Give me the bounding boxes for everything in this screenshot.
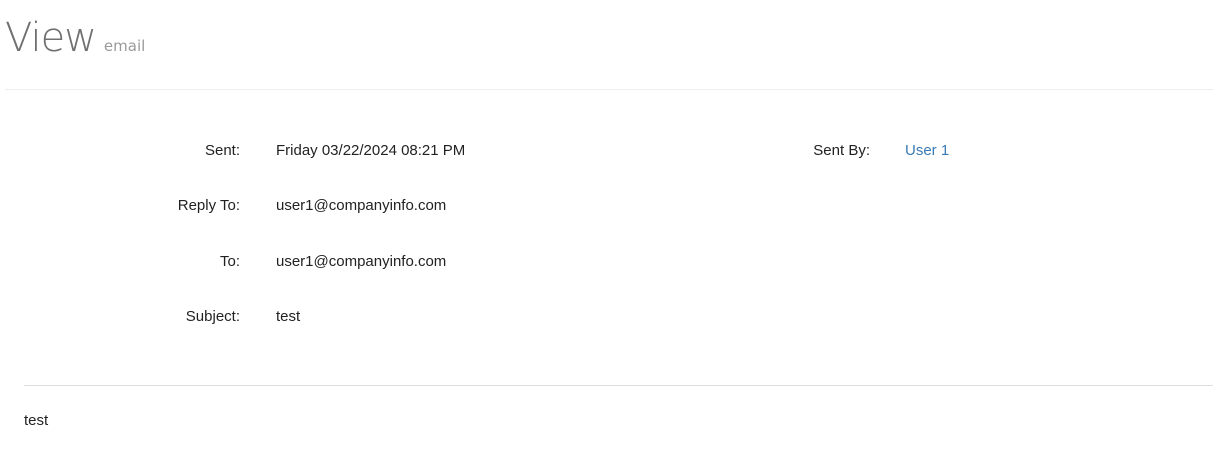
sent-value: Friday 03/22/2024 08:21 PM: [276, 142, 466, 159]
sent-by-link[interactable]: User 1: [905, 142, 949, 160]
page-subtitle: email: [103, 37, 146, 55]
to-label: To:: [219, 253, 240, 270]
subject-label: Subject:: [185, 308, 240, 325]
sent-label: Sent:: [204, 142, 240, 159]
header-divider: [5, 89, 1213, 90]
page-title: View: [5, 15, 97, 61]
subject-value: test: [276, 308, 301, 325]
sent-by-label: Sent By:: [813, 142, 870, 159]
reply-to-value: user1@companyinfo.com: [276, 197, 447, 214]
to-value: user1@companyinfo.com: [276, 253, 447, 270]
email-view-page: View email Sent: Friday 03/22/2024 08:21…: [0, 0, 1213, 461]
body-divider: [24, 385, 1213, 386]
reply-to-label: Reply To:: [177, 197, 240, 214]
email-body: test: [24, 412, 49, 429]
page-header: View email: [5, 14, 145, 62]
